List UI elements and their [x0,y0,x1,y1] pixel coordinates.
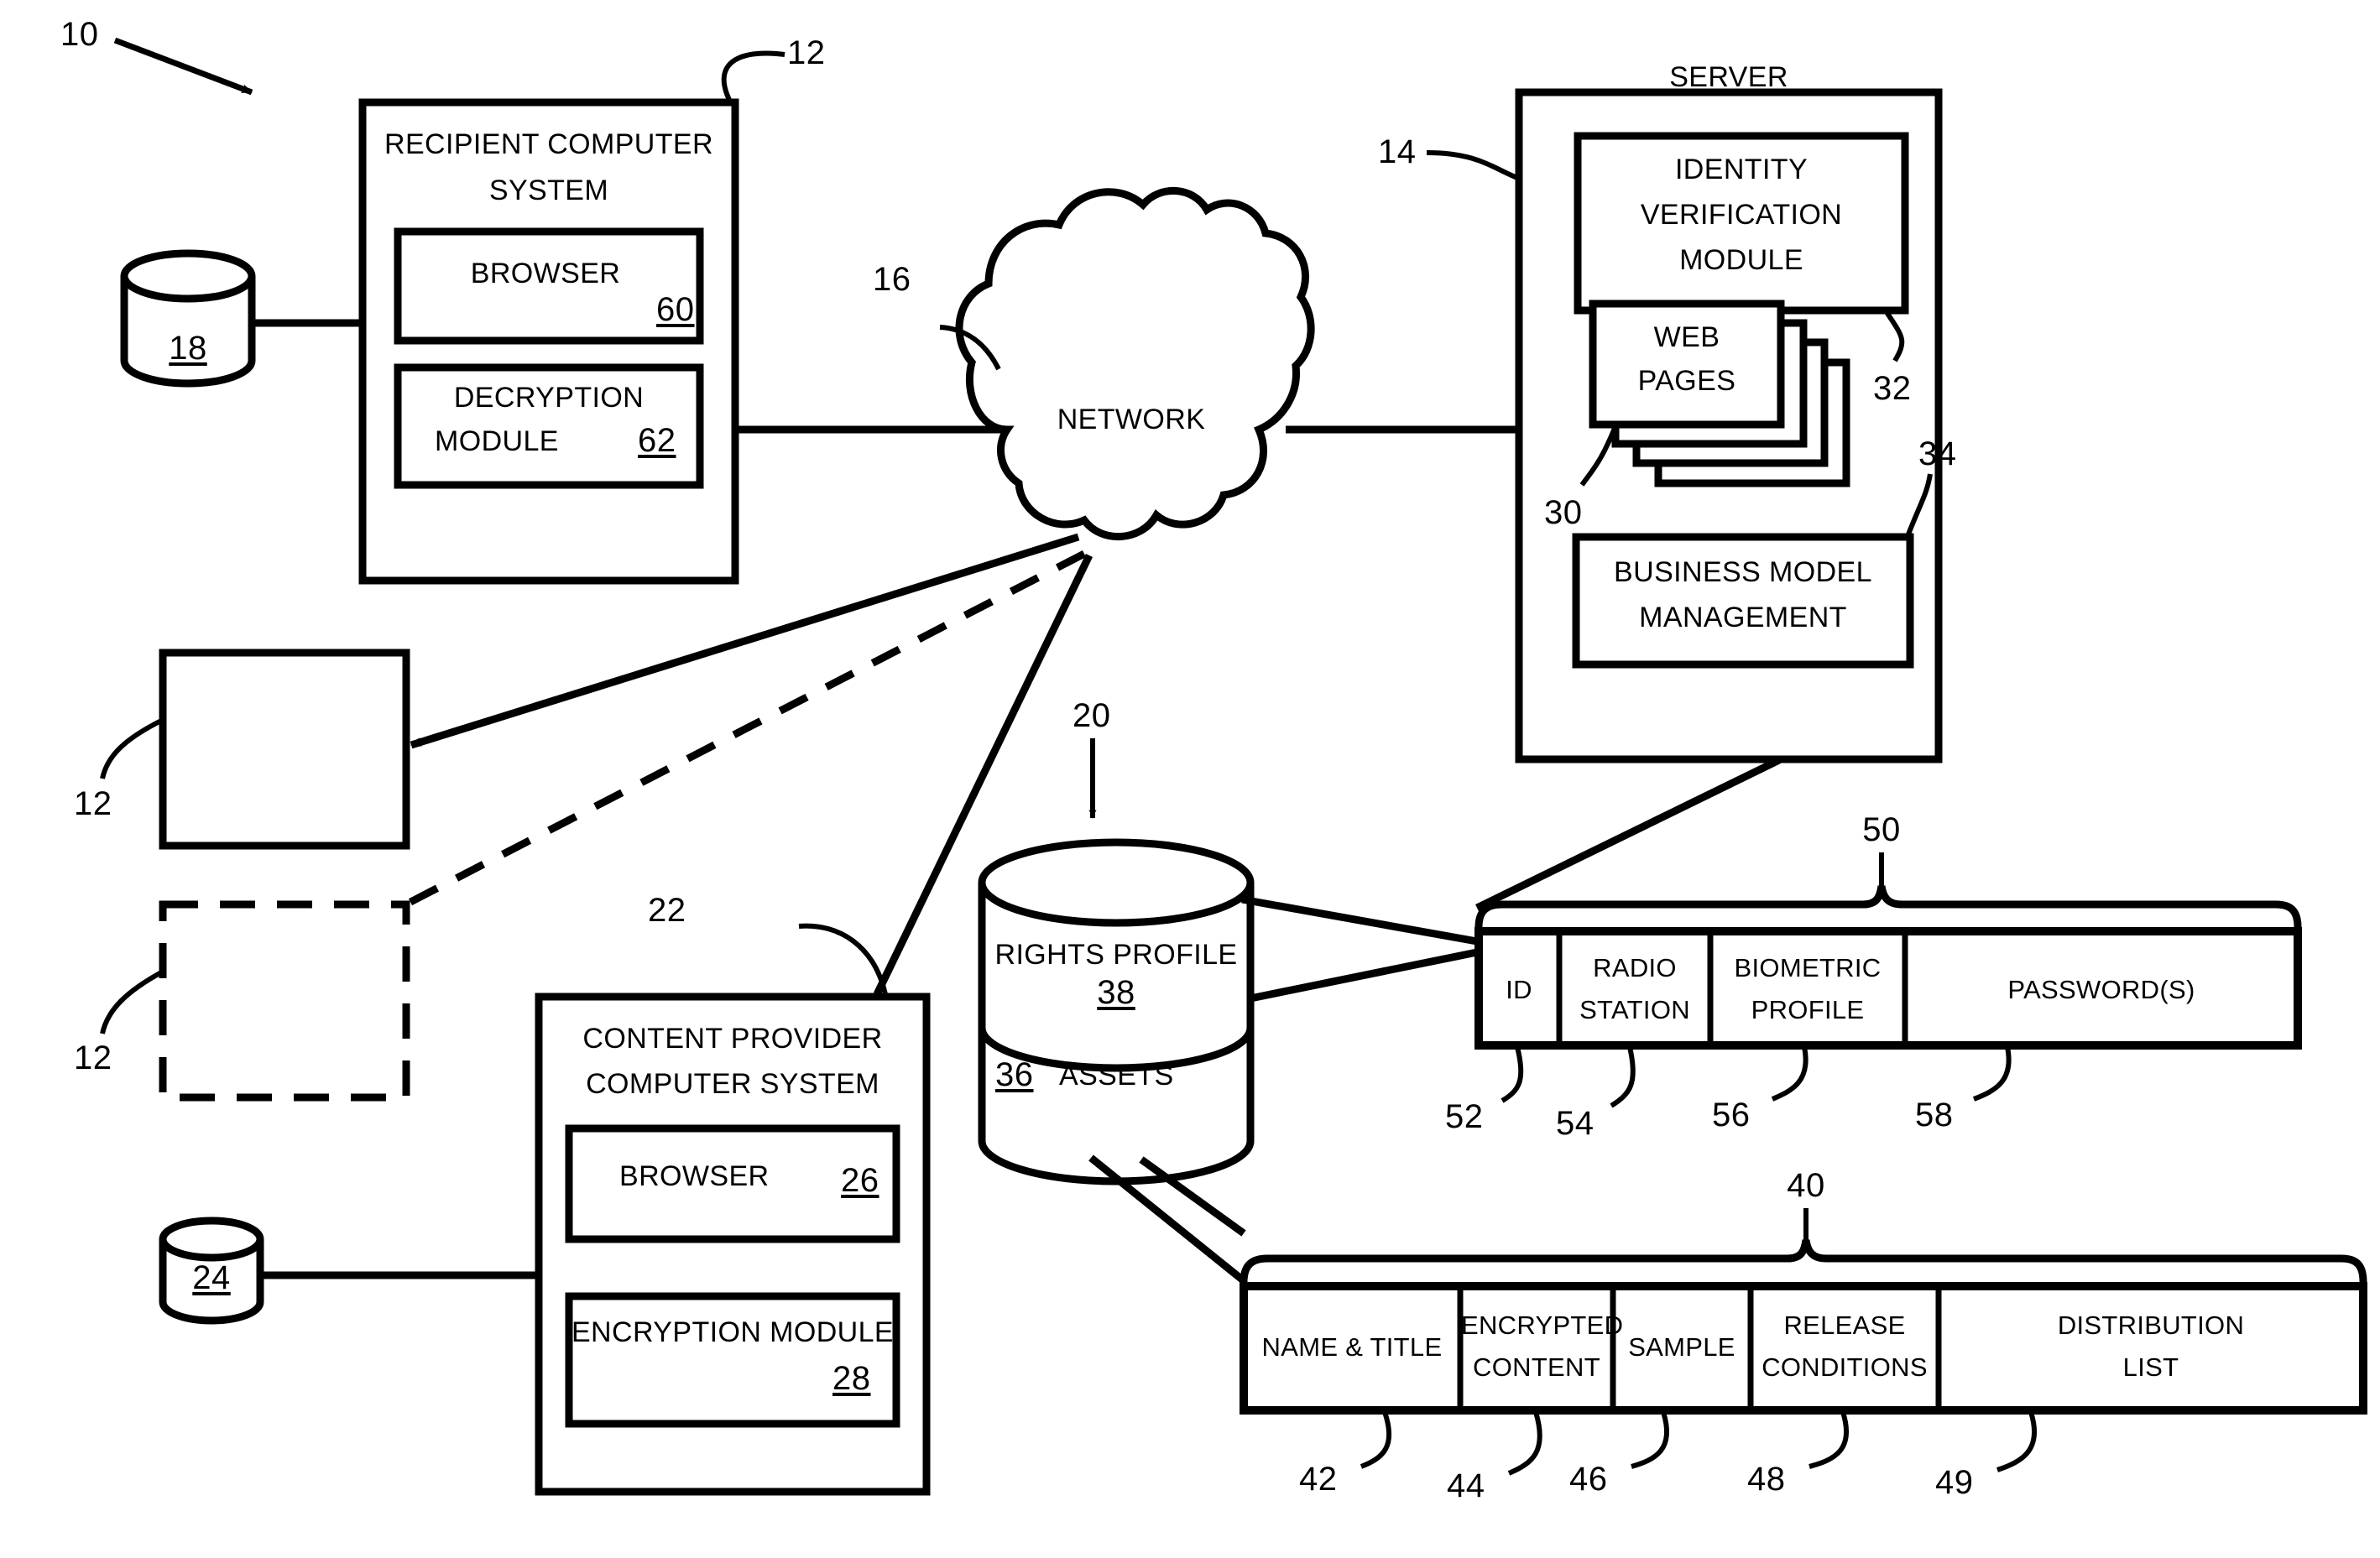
diagram-vector-layer [100,37,2367,1496]
patent-figure-canvas: 10 RECIPIENT COMPUTER SYSTEM 12 BROWSER … [0,0,2380,1558]
cell-release-line1: RELEASE [1783,1310,1906,1340]
ref-58-label: 58 [1915,1097,1954,1133]
content-provider-title-line1: CONTENT PROVIDER [582,1023,883,1055]
decryption-62-line2: MODULE [435,425,559,457]
link-server-rights-table [1475,756,1781,912]
ref-12-leader [721,50,786,107]
ref-44-label: 44 [1447,1467,1485,1504]
cell-biometric-line1: BIOMETRIC [1734,953,1882,982]
link-network-copy2-dashed [392,550,1087,914]
ref-46-leader [1631,1411,1670,1469]
content-provider-title-line2: COMPUTER SYSTEM [586,1068,879,1100]
ref-28-label: 28 [832,1360,871,1397]
cell-sample-line1: SAMPLE [1628,1332,1735,1362]
identity-module-line2: VERIFICATION [1640,199,1843,231]
ref-58-leader [1972,1046,2012,1102]
ref-18-label: 18 [169,330,207,367]
ref-14-leader [1426,150,1519,180]
rights-profile-label: RIGHTS PROFILE [994,939,1238,971]
business-model-line2: MANAGEMENT [1639,602,1847,633]
server-title: SERVER [1669,61,1788,93]
cell-distribution-line1: DISTRIBUTION [2057,1310,2245,1340]
ref-14-label: 14 [1378,133,1417,170]
ref-30-leader [1579,425,1618,487]
ref-54-leader [1610,1046,1636,1108]
ref-12-label: 12 [787,34,826,71]
db-24-bottom [159,1301,264,1325]
ref-12-copy2-label: 12 [74,1040,112,1076]
business-model-line1: BUSINESS MODEL [1614,556,1872,588]
cell-biometric-line2: PROFILE [1751,995,1865,1024]
assets-label: ASSETS [1059,1060,1174,1092]
identity-module-line1: IDENTITY [1674,154,1808,185]
recipient-system-title-line2: SYSTEM [488,175,609,206]
ref-56-leader [1771,1046,1808,1102]
ref-22-leader [798,923,889,999]
ref-26-label: 26 [841,1162,879,1199]
link-network-copy1 [410,533,1080,749]
ref-12-copy1-label: 12 [74,785,112,822]
ref-54-label: 54 [1556,1105,1594,1142]
ref-49-label: 49 [1935,1464,1974,1501]
brace-40 [1240,1239,2367,1283]
ref-48-label: 48 [1747,1461,1786,1498]
ref-46-label: 46 [1569,1461,1608,1498]
cell-radio-line2: STATION [1579,995,1690,1024]
ref-30-label: 30 [1544,494,1583,531]
ref-42-label: 42 [1299,1461,1338,1498]
cell-encrypted-line1: ENCRYPTED [1461,1310,1624,1340]
cell-password-line1: PASSWORD(S) [2007,975,2195,1004]
decryption-62-line1: DECRYPTION [453,382,645,414]
encryption-28-label: ENCRYPTION MODULE [571,1316,894,1348]
recipient-copy-1-outline [159,649,410,850]
ref-38-label: 38 [1097,974,1135,1011]
ref-12-copy2-leader [100,969,164,1034]
cell-distribution-line2: LIST [2122,1352,2179,1382]
identity-module-line3: MODULE [1679,244,1803,276]
storage-top-ellipse [978,838,1255,927]
ref-16-label: 16 [873,261,911,298]
ref-24-label: 24 [192,1259,231,1296]
db-18-top [120,249,256,303]
ref-50-label: 50 [1862,811,1901,848]
ref-20-label: 20 [1073,697,1111,734]
recipient-system-title-line1: RECIPIENT COMPUTER [384,128,713,160]
browser-26-label: BROWSER [619,1160,770,1192]
ref-10-label: 10 [60,16,99,53]
webpages-line1: WEB [1653,321,1720,353]
ref-32-leader [1884,310,1905,362]
network-label: NETWORK [1057,404,1206,435]
ref-42-leader [1360,1411,1392,1469]
network-cloud-outline [955,186,1315,541]
ref-34-label: 34 [1918,435,1957,472]
fan-rights-upper [1241,895,1478,946]
ref-44-leader [1507,1411,1542,1476]
cell-id-line1: ID [1506,975,1532,1004]
ref-36-label: 36 [995,1056,1034,1093]
brace-50 [1474,885,2302,928]
cell-nametitle-line1: NAME & TITLE [1261,1332,1443,1362]
cell-radio-line1: RADIO [1593,953,1677,982]
recipient-copy-2-outline [159,900,410,1102]
ref-60-label: 60 [656,291,695,328]
webpages-line2: PAGES [1637,365,1736,397]
cell-encrypted-line2: CONTENT [1473,1352,1600,1382]
ref-52-label: 52 [1445,1098,1484,1135]
ref-40-label: 40 [1787,1167,1825,1204]
ref-56-label: 56 [1712,1097,1751,1133]
ref-32-label: 32 [1873,370,1912,407]
cell-release-line2: CONDITIONS [1762,1352,1928,1382]
fan-rights-lower [1250,948,1478,1003]
ref-48-leader [1808,1411,1850,1469]
ref-10-arrow [113,37,253,96]
browser-60-label: BROWSER [470,258,621,289]
ref-52-leader [1501,1046,1524,1103]
ref-49-leader [1996,1411,2038,1472]
ref-34-leader [1904,473,1933,540]
ref-12-copy1-leader [100,717,164,779]
ref-22-label: 22 [648,892,686,929]
ref-62-label: 62 [638,422,676,459]
db-24-top [159,1217,264,1262]
